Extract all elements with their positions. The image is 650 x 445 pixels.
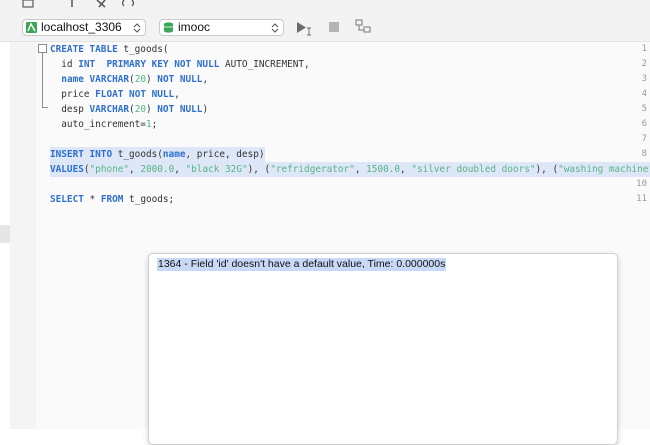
database-icon — [164, 22, 173, 33]
sql-text: , — [354, 164, 367, 175]
editor-scroll-marker — [0, 225, 10, 243]
error-message[interactable]: 1364 - Field 'id' doesn't have a default… — [157, 258, 447, 271]
code-line[interactable]: SELECT * FROM t_goods; — [50, 192, 174, 207]
sql-text: ), ( — [535, 164, 559, 175]
line-number: 6 — [641, 119, 647, 129]
sql-text: , — [202, 74, 209, 85]
sql-literal: "phone" — [89, 164, 130, 175]
sql-keyword: NOT NULL — [157, 104, 203, 115]
sql-keyword: VARCHAR — [89, 74, 130, 85]
sql-literal: 20 — [134, 74, 146, 85]
sql-keyword: FLOAT — [95, 89, 124, 100]
sql-text: t_goods( — [112, 149, 163, 160]
sql-literal: "silver doubled doors" — [411, 164, 536, 175]
line-number: 1 — [641, 44, 647, 54]
line-number: 10 — [636, 179, 647, 189]
line-number: 11 — [636, 194, 647, 204]
code-line[interactable]: auto_increment=1; — [50, 117, 157, 132]
sql-keyword: FROM — [100, 194, 124, 205]
sql-text: , — [174, 89, 180, 100]
sql-text: ; — [151, 119, 158, 130]
sql-literal: "washing machine" — [558, 164, 650, 175]
sql-keyword: VARCHAR — [89, 104, 130, 115]
sql-text: ) — [202, 104, 209, 115]
sql-keyword: NOT NULL — [129, 89, 175, 100]
sql-text: * — [83, 194, 101, 205]
tools-icon[interactable] — [96, 0, 108, 8]
result-message-panel: 1364 - Field 'id' doesn't have a default… — [148, 253, 618, 445]
sql-text: desp — [50, 104, 90, 115]
query-toolbar: localhost_3306 imooc — [0, 13, 650, 42]
pin-icon[interactable] — [68, 0, 76, 8]
sql-keyword: SELECT — [50, 194, 84, 205]
sql-literal: "refridgerator" — [270, 164, 355, 175]
sql-text: t_goods; — [123, 194, 175, 205]
sql-text: auto_increment= — [50, 119, 146, 130]
sql-literal: 2000.0 — [140, 164, 175, 175]
chevron-updown-icon — [133, 23, 141, 33]
line-number: 7 — [641, 134, 647, 144]
code-line[interactable]: id INT PRIMARY KEY NOT NULL AUTO_INCREME… — [50, 57, 310, 72]
sql-text: , price, desp) — [185, 149, 265, 160]
line-number-gutter — [10, 42, 36, 429]
code-line[interactable]: VALUES("phone", 2000.0, "black 32G"), ("… — [50, 162, 650, 177]
line-number: 2 — [641, 59, 647, 69]
chevron-updown-icon — [271, 23, 279, 33]
database-select[interactable]: imooc — [159, 19, 284, 36]
connection-icon — [26, 22, 37, 33]
sql-keyword: PRIMARY KEY NOT NULL — [106, 59, 220, 70]
code-line[interactable]: desp VARCHAR(20) NOT NULL) — [50, 102, 208, 117]
sql-keyword: NOT NULL — [157, 74, 203, 85]
sql-keyword: VALUES — [50, 164, 84, 175]
sql-keyword: name — [61, 74, 84, 85]
top-toolbar-strip — [0, 0, 650, 13]
sql-text: ) — [146, 74, 158, 85]
code-line[interactable]: name VARCHAR(20) NOT NULL, — [50, 72, 208, 87]
line-number: 5 — [641, 104, 647, 114]
sql-keyword: INSERT INTO — [50, 149, 113, 160]
code-line[interactable]: INSERT INTO t_goods(name, price, desp) — [50, 147, 265, 162]
code-line[interactable]: price FLOAT NOT NULL, — [50, 87, 180, 102]
sql-text: ), ( — [247, 164, 271, 175]
code-snippet-icon[interactable] — [120, 0, 138, 8]
line-number: 8 — [641, 149, 647, 159]
line-number: 4 — [641, 89, 647, 99]
sql-text: AUTO_INCREMENT, — [219, 59, 310, 70]
stop-icon[interactable] — [326, 19, 344, 37]
sql-text: price — [50, 89, 96, 100]
fold-toggle[interactable] — [38, 44, 47, 53]
line-number: 3 — [641, 74, 647, 84]
save-icon[interactable] — [22, 0, 34, 8]
sql-text: t_goods( — [117, 44, 169, 55]
sql-keyword: name — [162, 149, 186, 160]
sql-literal: 20 — [134, 104, 146, 115]
connection-select-value: localhost_3306 — [41, 20, 122, 34]
sql-literal: 1500.0 — [366, 164, 401, 175]
sql-text: , — [129, 164, 141, 175]
explain-icon[interactable] — [354, 19, 372, 37]
database-select-value: imooc — [178, 20, 211, 34]
sql-text: , — [400, 164, 412, 175]
sql-keyword: INT — [78, 59, 96, 70]
fold-guide — [42, 53, 43, 108]
sql-text: , — [174, 164, 186, 175]
sql-literal: "black 32G" — [185, 164, 248, 175]
sql-text: id — [50, 59, 79, 70]
fold-guide-end — [42, 107, 48, 108]
run-icon[interactable] — [295, 19, 313, 37]
sql-keyword: CREATE TABLE — [50, 44, 118, 55]
sql-text: ) — [145, 104, 158, 115]
code-line[interactable]: CREATE TABLE t_goods( — [50, 42, 169, 57]
connection-select[interactable]: localhost_3306 — [22, 19, 146, 36]
